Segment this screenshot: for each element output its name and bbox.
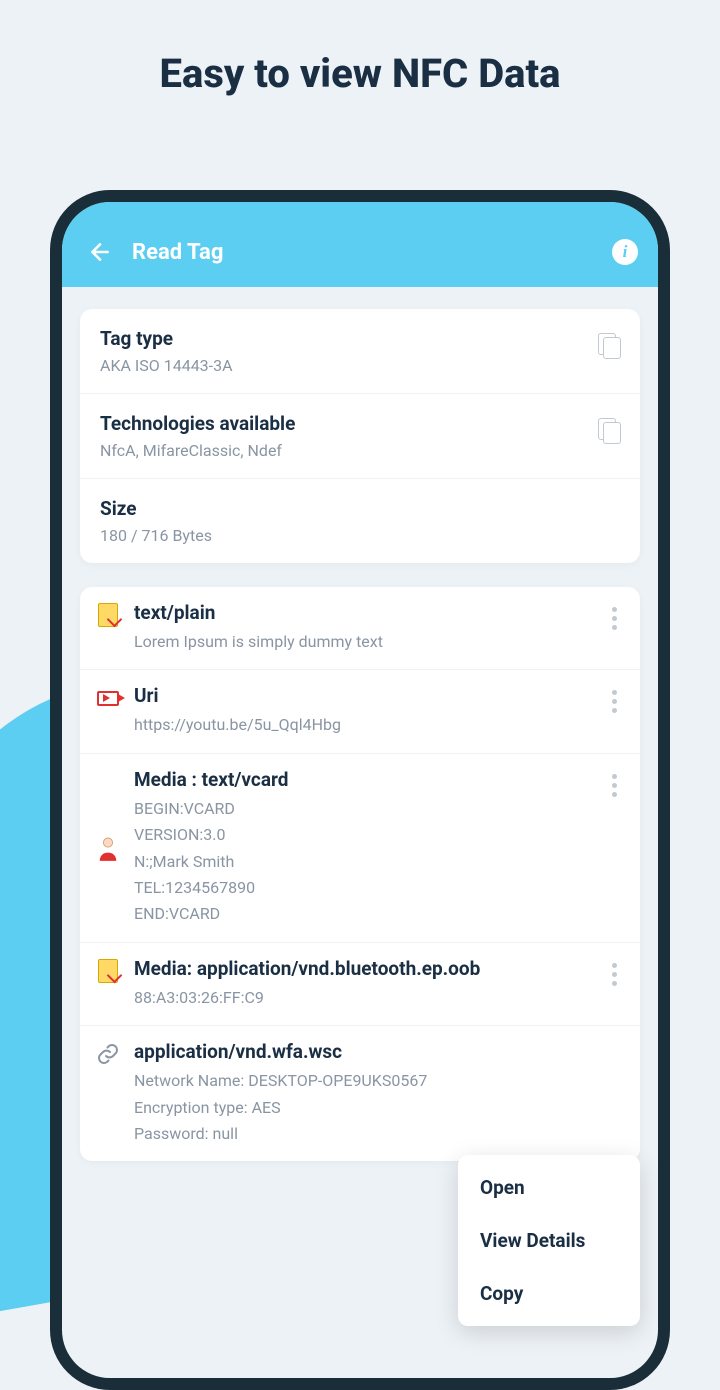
more-icon[interactable]	[604, 684, 624, 713]
note-icon	[96, 959, 120, 983]
note-icon	[96, 603, 120, 627]
size-label: Size	[100, 497, 620, 520]
more-icon[interactable]	[604, 768, 624, 797]
tag-info-card: Tag type AKA ISO 14443-3A Technologies a…	[80, 309, 640, 563]
record-bluetooth[interactable]: Media: application/vnd.bluetooth.ep.oob …	[80, 943, 640, 1026]
record-body: Lorem Ipsum is simply dummy text	[134, 629, 590, 655]
phone-frame: Read Tag i Tag type AKA ISO 14443-3A Tec…	[50, 190, 670, 1390]
top-bar: Read Tag i	[62, 202, 658, 287]
size-row: Size 180 / 716 Bytes	[80, 479, 640, 563]
video-icon	[96, 686, 120, 710]
record-body: Network Name: DESKTOP-OPE9UKS0567 Encryp…	[134, 1068, 624, 1147]
tag-type-value: AKA ISO 14443-3A	[100, 356, 586, 375]
record-uri[interactable]: Uri https://youtu.be/5u_Qql4Hbg	[80, 670, 640, 753]
more-icon[interactable]	[604, 957, 624, 986]
tag-type-row: Tag type AKA ISO 14443-3A	[80, 309, 640, 394]
menu-view-details[interactable]: View Details	[458, 1214, 640, 1267]
record-title: application/vnd.wfa.wsc	[134, 1040, 624, 1063]
record-text-plain[interactable]: text/plain Lorem Ipsum is simply dummy t…	[80, 587, 640, 670]
phone-screen: Read Tag i Tag type AKA ISO 14443-3A Tec…	[62, 202, 658, 1378]
info-icon[interactable]: i	[612, 239, 638, 265]
page-headline: Easy to view NFC Data	[0, 0, 720, 157]
records-card: text/plain Lorem Ipsum is simply dummy t…	[80, 587, 640, 1161]
copy-icon[interactable]	[598, 333, 620, 359]
record-wifi[interactable]: application/vnd.wfa.wsc Network Name: DE…	[80, 1026, 640, 1161]
menu-copy[interactable]: Copy	[458, 1267, 640, 1320]
tag-type-label: Tag type	[100, 327, 586, 350]
person-icon	[96, 837, 120, 861]
record-vcard[interactable]: Media : text/vcard BEGIN:VCARD VERSION:3…	[80, 754, 640, 943]
topbar-title: Read Tag	[132, 240, 612, 265]
menu-open[interactable]: Open	[458, 1161, 640, 1214]
record-title: Uri	[134, 684, 590, 707]
technologies-label: Technologies available	[100, 412, 586, 435]
record-body: BEGIN:VCARD VERSION:3.0 N:;Mark Smith TE…	[134, 796, 590, 928]
record-title: text/plain	[134, 601, 590, 624]
link-icon	[96, 1042, 120, 1066]
more-icon[interactable]	[604, 601, 624, 630]
back-arrow-icon[interactable]	[82, 234, 118, 270]
context-menu: Open View Details Copy	[458, 1155, 640, 1326]
record-body: https://youtu.be/5u_Qql4Hbg	[134, 712, 590, 738]
content-area: Tag type AKA ISO 14443-3A Technologies a…	[62, 287, 658, 1207]
copy-icon[interactable]	[598, 418, 620, 444]
record-body: 88:A3:03:26:FF:C9	[134, 985, 590, 1011]
technologies-row: Technologies available NfcA, MifareClass…	[80, 394, 640, 479]
record-title: Media : text/vcard	[134, 768, 590, 791]
record-title: Media: application/vnd.bluetooth.ep.oob	[134, 957, 590, 980]
size-value: 180 / 716 Bytes	[100, 526, 620, 545]
technologies-value: NfcA, MifareClassic, Ndef	[100, 441, 586, 460]
